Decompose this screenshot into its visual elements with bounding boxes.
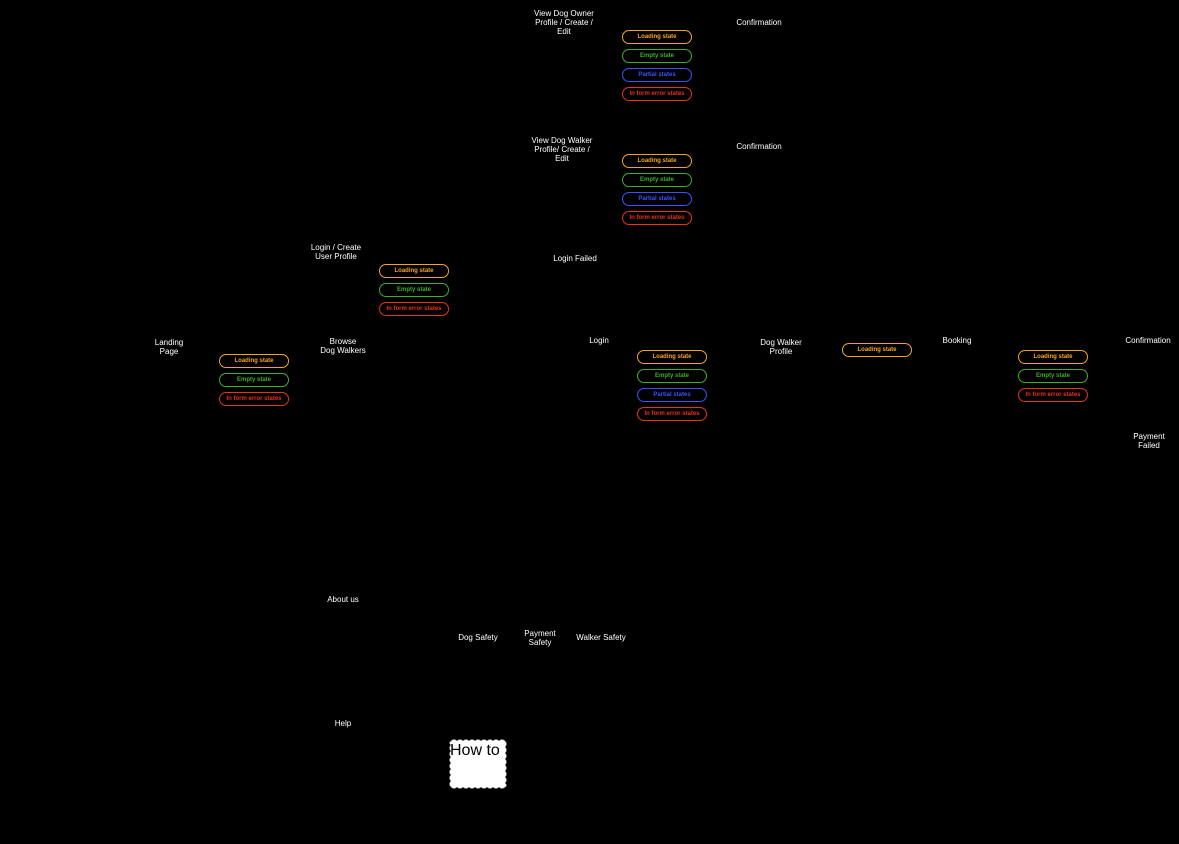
node-payment-failed: Payment Failed xyxy=(1132,432,1166,450)
state-pill-loading: Loading state xyxy=(1018,350,1088,364)
state-pill-partial: Partial states xyxy=(622,192,692,206)
flow-diagram-canvas: Landing Page Browse Dog Walkers Login / … xyxy=(0,0,1179,844)
state-pill-empty: Empty state xyxy=(219,373,289,387)
state-pill-error: In form error states xyxy=(1018,388,1088,402)
node-confirmation-walker: Confirmation xyxy=(735,142,783,151)
node-walker-safety: Walker Safety xyxy=(575,633,627,642)
state-pill-error: In form error states xyxy=(219,392,289,406)
node-view-walker: View Dog Walker Profile/ Create / Edit xyxy=(528,136,596,163)
state-pill-loading: Loading state xyxy=(219,354,289,368)
state-pill-empty: Empty state xyxy=(622,173,692,187)
state-pill-loading: Loading state xyxy=(842,343,912,357)
node-booking: Booking xyxy=(942,336,972,345)
state-pill-error: In form error states xyxy=(637,407,707,421)
node-confirmation-owner: Confirmation xyxy=(735,18,783,27)
node-view-owner: View Dog Owner Profile / Create / Edit xyxy=(532,9,596,36)
node-confirmation-booking: Confirmation xyxy=(1124,336,1172,345)
state-pill-empty: Empty state xyxy=(1018,369,1088,383)
node-help: Help xyxy=(333,719,353,728)
node-login-failed: Login Failed xyxy=(553,254,597,263)
node-payment-safety: Payment Safety xyxy=(520,629,560,647)
state-pill-error: In form error states xyxy=(379,302,449,316)
state-pill-error: In form error states xyxy=(622,87,692,101)
node-landing-page: Landing Page xyxy=(145,338,193,356)
node-login: Login xyxy=(589,336,609,345)
state-pill-empty: Empty state xyxy=(622,49,692,63)
state-pill-partial: Partial states xyxy=(637,388,707,402)
state-pill-loading: Loading state xyxy=(637,350,707,364)
node-login-create: Login / Create User Profile xyxy=(310,243,362,261)
state-pill-empty: Empty state xyxy=(379,283,449,297)
node-dog-safety: Dog Safety xyxy=(456,633,500,642)
node-dog-walker-profile: Dog Walker Profile xyxy=(748,338,814,356)
state-pill-loading: Loading state xyxy=(622,154,692,168)
card-how-to: How to xyxy=(448,738,508,788)
state-pill-error: In form error states xyxy=(622,211,692,225)
state-pill-empty: Empty state xyxy=(637,369,707,383)
state-pill-loading: Loading state xyxy=(622,30,692,44)
state-pill-partial: Partial states xyxy=(622,68,692,82)
card-how-to-title: How to xyxy=(450,742,506,760)
node-browse-walkers: Browse Dog Walkers xyxy=(317,337,369,355)
node-about-us: About us xyxy=(326,595,360,604)
state-pill-loading: Loading state xyxy=(379,264,449,278)
